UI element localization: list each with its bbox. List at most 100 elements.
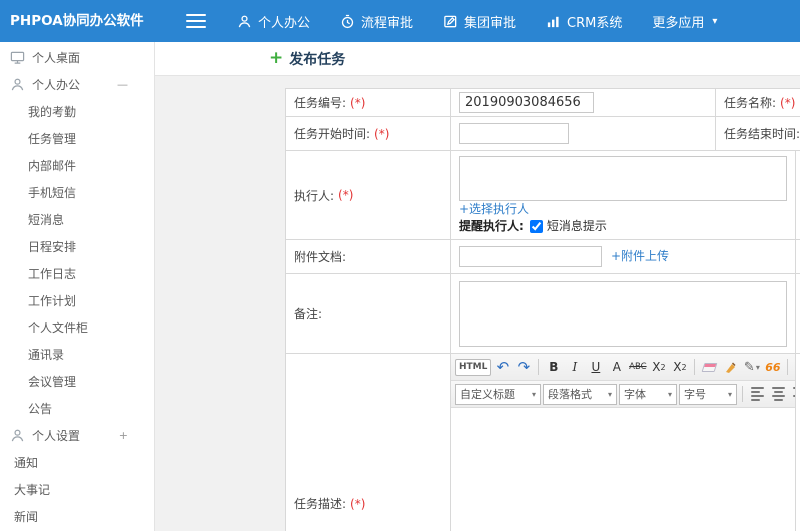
editor-toolbar-row-2: 自定义标题 ▾ 段落格式 ▾ 字体 ▾ 字号 ▾ [451, 381, 795, 408]
nav-more-apps[interactable]: 更多应用 ▾ [637, 0, 732, 42]
highlight-pen-icon[interactable]: ✎ ▾ [742, 357, 761, 377]
bar-chart-icon [546, 14, 561, 29]
align-left-icon[interactable] [748, 384, 767, 404]
nav-crm[interactable]: CRM系统 [531, 0, 637, 42]
required-mark: (*) [350, 95, 366, 110]
chevron-down-icon: ▾ [531, 389, 536, 399]
sidebar-item-work-log[interactable]: 工作日志 [0, 260, 154, 287]
editor-content-area[interactable] [451, 408, 795, 531]
font-family-dropdown[interactable]: 字体 ▾ [619, 383, 677, 405]
user-icon [237, 14, 252, 29]
sidebar-item-label: 内部邮件 [28, 159, 77, 173]
redo-icon[interactable]: ↷ [514, 357, 533, 377]
sidebar-item-personal-office[interactable]: 个人办公 — [0, 71, 154, 98]
form-row-task-time: 任务开始时间:(*) 任务结束时间:(*) [286, 117, 800, 151]
sidebar-item-sms[interactable]: 手机短信 [0, 179, 154, 206]
upload-attachment-link[interactable]: +附件上传 [611, 248, 669, 265]
superscript-button[interactable]: X2 [649, 357, 668, 377]
start-time-label: 任务开始时间: (*) [286, 117, 451, 150]
publish-task-form: 任务编号:(*) 任务名称:(*) 任务开始时间:(*) 任务结束时间:(*) [285, 88, 800, 531]
select-executor-link[interactable]: +选择执行人 [459, 201, 529, 218]
clock-icon [340, 14, 355, 29]
sidebar-item-contacts[interactable]: 通讯录 [0, 341, 154, 368]
nav-label: 集团审批 [464, 15, 517, 31]
sidebar-item-attendance[interactable]: 我的考勤 [0, 98, 154, 125]
format-brush-icon[interactable] [721, 357, 740, 377]
edit-icon [443, 14, 458, 29]
required-mark: (*) [780, 95, 796, 110]
required-mark: (*) [338, 188, 354, 202]
sidebar-item-file-cabinet[interactable]: 个人文件柜 [0, 314, 154, 341]
top-nav: 个人办公 流程审批 集团审批 CRM系统 更多应用 ▾ [178, 0, 732, 42]
font-color-button[interactable]: A▾ [793, 357, 795, 377]
sidebar-item-task-management[interactable]: 任务管理 [0, 125, 154, 152]
sidebar-item-label: 手机短信 [28, 186, 77, 200]
required-mark: (*) [374, 126, 390, 141]
sms-remind-checkbox[interactable] [529, 220, 543, 233]
toolbar-separator [742, 386, 743, 402]
sidebar-item-events[interactable]: 大事记 [0, 476, 154, 503]
sidebar-item-meeting[interactable]: 会议管理 [0, 368, 154, 395]
sidebar-item-schedule[interactable]: 日程安排 [0, 233, 154, 260]
remark-textarea[interactable] [459, 281, 787, 347]
underline-button[interactable]: U [586, 357, 605, 377]
add-icon: + [269, 48, 284, 68]
attachment-input[interactable] [459, 246, 602, 267]
align-center-icon[interactable] [769, 384, 788, 404]
form-row-attachment: 附件文档: +附件上传 [286, 240, 800, 274]
toolbar-separator [787, 359, 789, 375]
task-number-label: 任务编号: (*) [286, 89, 451, 116]
sidebar-item-announcement[interactable]: 公告 [0, 395, 154, 422]
rich-text-editor: HTML ↶ ↷ B I U A ABC X2 X2 ✎ ▾ 66 自定义标题 … [451, 354, 796, 531]
sidebar-item-label: 会议管理 [28, 375, 77, 389]
paragraph-format-dropdown[interactable]: 段落格式 ▾ [543, 383, 617, 405]
sidebar-item-label: 公告 [28, 402, 53, 416]
undo-icon[interactable]: ↶ [493, 357, 512, 377]
task-name-label: 任务名称: (*) [716, 89, 800, 116]
sidebar: 个人桌面 个人办公 — 我的考勤 任务管理 内部邮件 手机短信 短消息 日程安排… [0, 42, 155, 531]
sidebar-item-short-message[interactable]: 短消息 [0, 206, 154, 233]
sidebar-item-label: 我的考勤 [28, 105, 77, 119]
collapse-icon[interactable]: — [117, 71, 128, 98]
sidebar-item-label: 个人桌面 [32, 51, 81, 65]
font-size-dropdown[interactable]: 字号 ▾ [679, 383, 737, 405]
font-style-button[interactable]: A [607, 357, 626, 377]
align-right-icon[interactable] [790, 384, 795, 404]
executor-textarea[interactable] [459, 156, 787, 201]
page-header: + 发布任务 [155, 42, 800, 76]
form-row-description: 任务描述: (*) HTML ↶ ↷ B I U A ABC X2 X2 ✎ ▾… [286, 354, 800, 531]
sidebar-item-label: 日程安排 [28, 240, 77, 254]
subscript-button[interactable]: X2 [670, 357, 689, 377]
user-icon [10, 77, 25, 92]
nav-group-approval[interactable]: 集团审批 [428, 0, 531, 42]
sidebar-item-label: 个人文件柜 [28, 321, 89, 335]
source-code-button[interactable]: HTML [455, 358, 492, 376]
nav-personal-office[interactable]: 个人办公 [222, 0, 325, 42]
sidebar-item-label: 短消息 [28, 213, 65, 227]
italic-button[interactable]: I [565, 357, 584, 377]
expand-icon[interactable]: + [119, 422, 128, 449]
sidebar-item-notification[interactable]: 通知 [0, 449, 154, 476]
toolbar-separator [694, 359, 696, 375]
strikethrough-button[interactable]: ABC [628, 357, 647, 377]
chevron-down-icon: ▾ [607, 389, 612, 399]
sidebar-item-work-plan[interactable]: 工作计划 [0, 287, 154, 314]
bold-button[interactable]: B [544, 357, 563, 377]
sidebar-item-label: 新闻 [14, 510, 39, 524]
custom-heading-dropdown[interactable]: 自定义标题 ▾ [455, 383, 541, 405]
chevron-down-icon: ▾ [712, 15, 718, 27]
sidebar-item-desktop[interactable]: 个人桌面 [0, 44, 154, 71]
sidebar-item-internal-mail[interactable]: 内部邮件 [0, 152, 154, 179]
nav-label: 流程审批 [361, 15, 414, 31]
task-number-input[interactable] [459, 92, 594, 113]
menu-toggle-icon[interactable] [186, 14, 206, 28]
start-time-input[interactable] [459, 123, 569, 144]
blockquote-button[interactable]: 66 [763, 357, 782, 377]
remark-label: 备注: [286, 274, 451, 353]
sidebar-item-personal-settings[interactable]: 个人设置 + [0, 422, 154, 449]
nav-workflow-approval[interactable]: 流程审批 [325, 0, 428, 42]
nav-label: CRM系统 [567, 15, 623, 31]
eraser-icon[interactable] [700, 357, 719, 377]
end-time-label: 任务结束时间:(*) [716, 117, 800, 150]
sidebar-item-news[interactable]: 新闻 [0, 503, 154, 530]
